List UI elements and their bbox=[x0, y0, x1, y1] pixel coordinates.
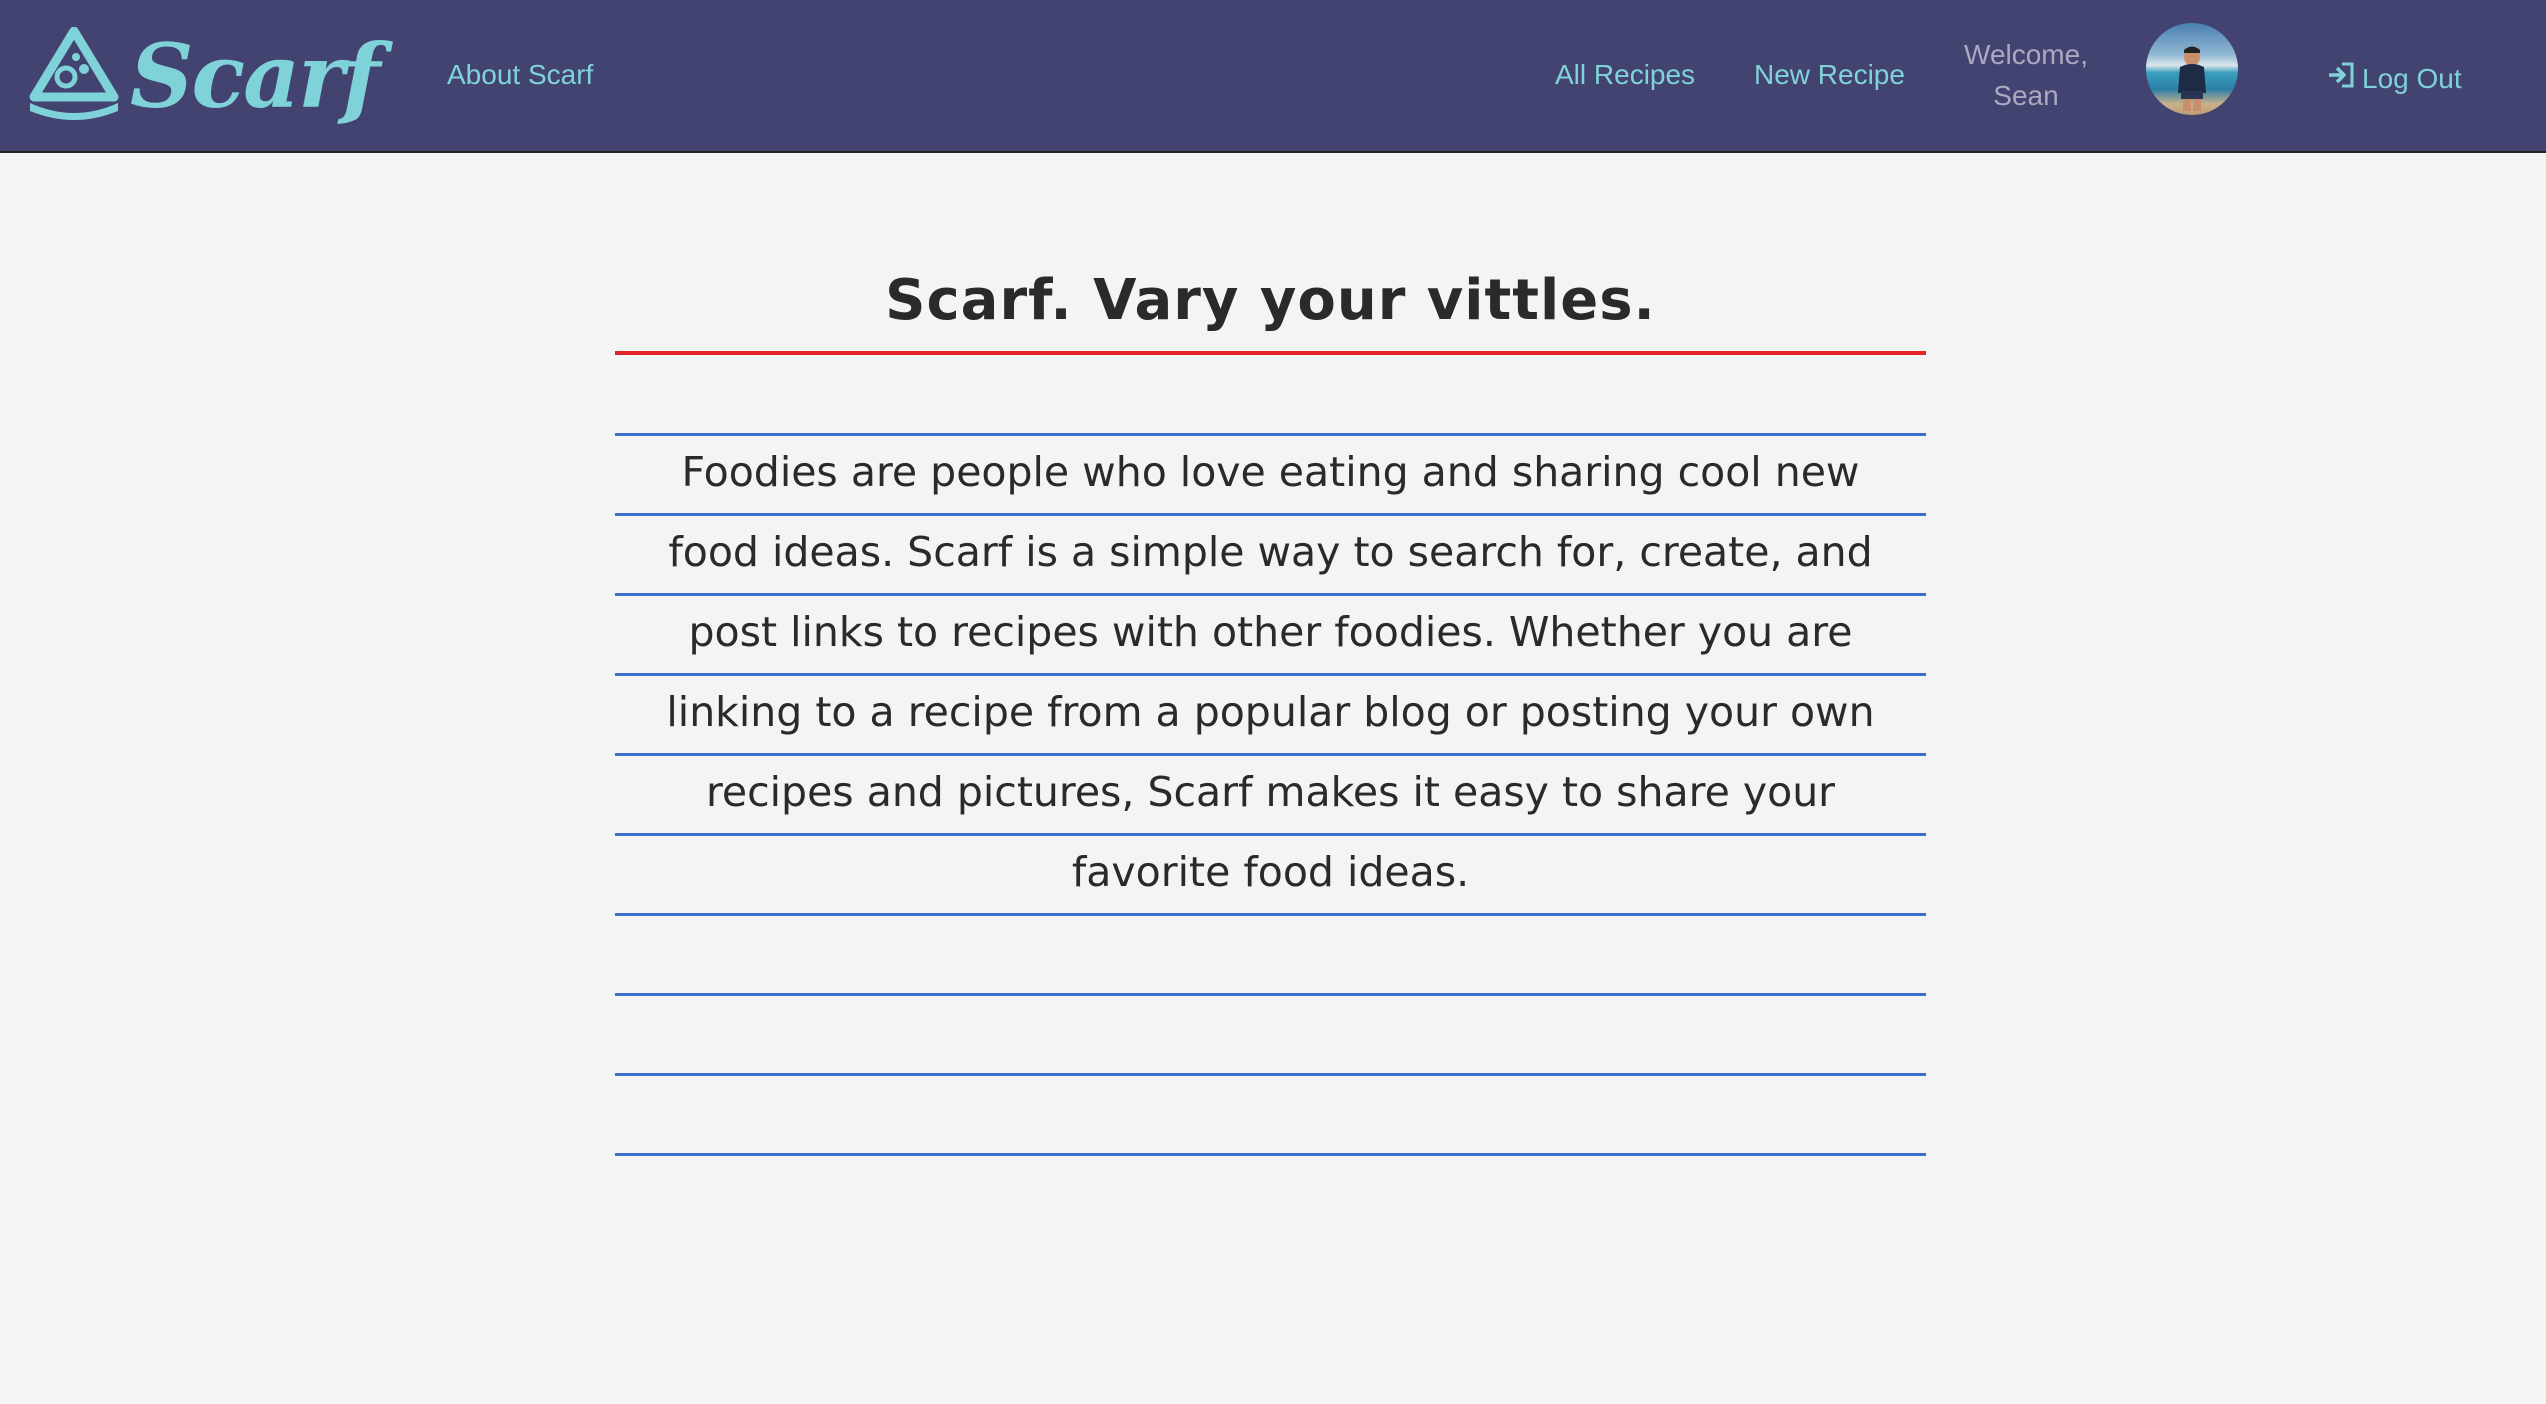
ruled-line bbox=[615, 913, 1926, 916]
nav-all-recipes-link[interactable]: All Recipes bbox=[1555, 61, 1695, 89]
nav-new-recipe-link[interactable]: New Recipe bbox=[1754, 61, 1905, 89]
user-avatar[interactable] bbox=[2146, 23, 2238, 115]
logout-link[interactable]: Log Out bbox=[2326, 59, 2462, 98]
page-title: Scarf. Vary your vittles. bbox=[885, 268, 1656, 333]
pizza-slice-logo-icon bbox=[26, 26, 122, 126]
nav-about-link[interactable]: About Scarf bbox=[447, 61, 593, 89]
brand-name: Scarf bbox=[130, 24, 380, 128]
margin-line bbox=[615, 351, 1926, 355]
welcome-username: Sean bbox=[1993, 80, 2059, 111]
brand-link[interactable]: Scarf bbox=[26, 24, 380, 128]
logout-label: Log Out bbox=[2362, 62, 2462, 94]
welcome-greeting: Welcome, bbox=[1964, 39, 2088, 70]
ruled-line bbox=[615, 1153, 1926, 1156]
ruled-line bbox=[615, 993, 1926, 996]
sign-in-icon bbox=[2326, 59, 2362, 98]
navbar: Scarf About Scarf All Recipes New Recipe… bbox=[0, 0, 2546, 153]
site-description: Foodies are people who love eating and s… bbox=[666, 448, 1875, 896]
welcome-message: Welcome, Sean bbox=[1950, 34, 2102, 116]
ruled-line bbox=[615, 1073, 1926, 1076]
